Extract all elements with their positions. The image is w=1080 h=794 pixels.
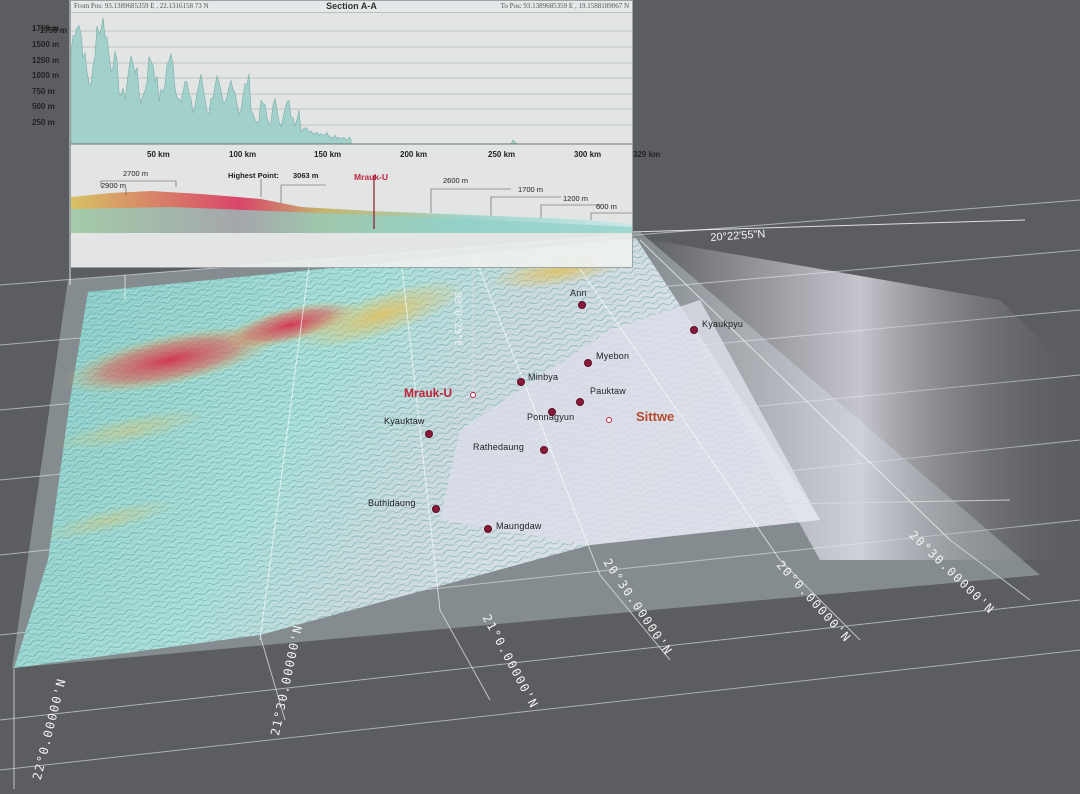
elevation-profile-chart bbox=[71, 17, 632, 145]
strip-mrauk-u-label: Mrauk-U bbox=[354, 172, 389, 182]
elevation-tick: 1750 m bbox=[32, 24, 60, 33]
town-marker[interactable] bbox=[484, 525, 492, 533]
town-label[interactable]: Rathedaung bbox=[473, 442, 524, 452]
town-label[interactable]: Kyaukpyu bbox=[702, 319, 743, 329]
strip-label-2900: 2900 m bbox=[101, 181, 127, 190]
elevation-tick: 1250 m bbox=[32, 56, 60, 65]
to-position: To Pos: 93.1389685359 E , 19.1588189067 … bbox=[500, 2, 629, 10]
town-label[interactable]: Maungdaw bbox=[496, 521, 542, 531]
highest-point-value: 3063 m bbox=[293, 171, 319, 180]
longitude-label: 93°8'29"E bbox=[452, 292, 463, 347]
distance-tick: 300 km bbox=[574, 150, 602, 159]
town-label[interactable]: Pauktaw bbox=[590, 386, 626, 396]
section-profile-panel: From Pos: 93.1389685359 E , 22.1316158 7… bbox=[40, 0, 633, 268]
mrauk-u-marker[interactable] bbox=[470, 392, 476, 398]
strip-label-1700: 1700 m bbox=[518, 185, 544, 194]
distance-tick: 50 km bbox=[147, 150, 170, 159]
distance-tick: 250 km bbox=[488, 150, 516, 159]
town-label[interactable]: Myebon bbox=[596, 351, 629, 361]
strip-label-2700: 2700 m bbox=[123, 169, 149, 178]
distance-tick: 329 km bbox=[633, 150, 661, 159]
town-marker[interactable] bbox=[690, 326, 698, 334]
elevation-tick: 500 m bbox=[32, 102, 55, 111]
town-marker[interactable] bbox=[576, 398, 584, 406]
terrain-cross-section-strip bbox=[71, 175, 632, 233]
elevation-tick: 1500 m bbox=[32, 40, 60, 49]
town-marker[interactable] bbox=[578, 301, 586, 309]
map-scene: From Pos: 93.1389685359 E , 22.1316158 7… bbox=[0, 0, 1080, 789]
sittwe-marker[interactable] bbox=[606, 417, 612, 423]
town-marker[interactable] bbox=[584, 359, 592, 367]
highest-point-label: Highest Point: bbox=[228, 171, 279, 180]
elevation-tick: 1000 m bbox=[32, 71, 60, 80]
distance-tick: 200 km bbox=[400, 150, 428, 159]
strip-label-600: 600 m bbox=[596, 202, 617, 211]
town-marker[interactable] bbox=[517, 378, 525, 386]
strip-label-2600: 2600 m bbox=[443, 176, 469, 185]
sittwe-label[interactable]: Sittwe bbox=[636, 409, 674, 424]
strip-label-1200: 1200 m bbox=[563, 194, 589, 203]
distance-tick: 100 km bbox=[229, 150, 257, 159]
elevation-tick: 250 m bbox=[32, 118, 55, 127]
town-label[interactable]: Buthidaung bbox=[368, 498, 416, 508]
town-marker[interactable] bbox=[425, 430, 433, 438]
town-marker[interactable] bbox=[548, 408, 556, 416]
elevation-tick: 750 m bbox=[32, 87, 55, 96]
mrauk-u-label[interactable]: Mrauk-U bbox=[404, 386, 452, 400]
town-label[interactable]: Kyauktaw bbox=[384, 416, 425, 426]
distance-tick: 150 km bbox=[314, 150, 342, 159]
town-label[interactable]: Ann bbox=[570, 288, 587, 298]
town-marker[interactable] bbox=[432, 505, 440, 513]
town-marker[interactable] bbox=[540, 446, 548, 454]
town-label[interactable]: Minbya bbox=[528, 372, 558, 382]
